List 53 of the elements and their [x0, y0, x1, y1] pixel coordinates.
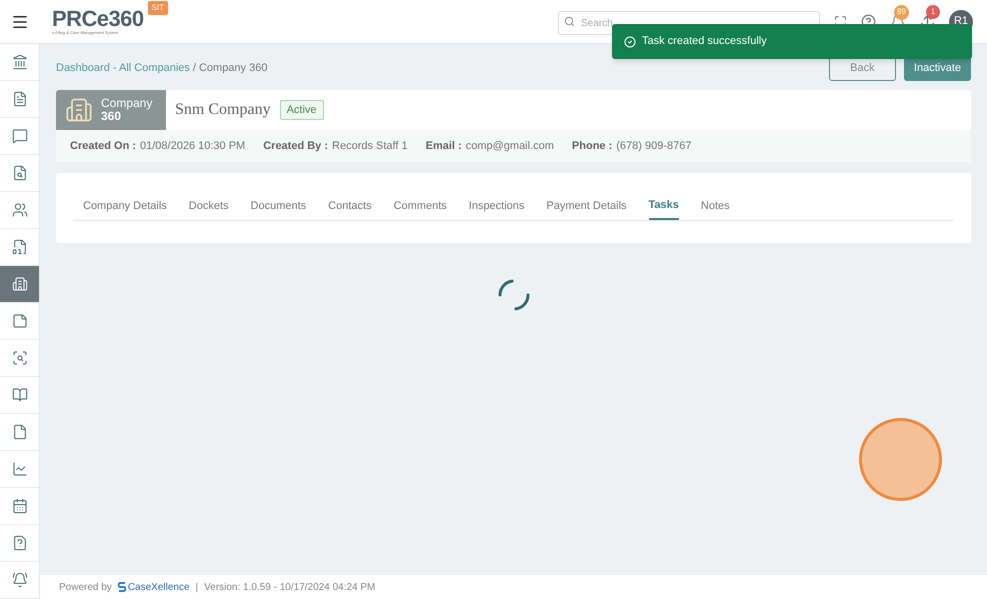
loading-spinner — [496, 277, 532, 313]
note-icon — [12, 313, 28, 329]
logo-text: PRCe360 — [52, 8, 144, 30]
sidebar-item[interactable] — [0, 266, 39, 303]
environment-badge: SIT — [148, 1, 168, 15]
brand-name: CaseXellence — [128, 580, 190, 594]
search-icon — [564, 16, 575, 26]
breadcrumb-current: Company 360 — [198, 60, 268, 76]
info-value: Records Staff 1 — [332, 138, 408, 154]
alert-count-badge: 1 — [926, 5, 940, 19]
info-value: (678) 909-8767 — [616, 138, 692, 154]
building-icon — [12, 276, 28, 292]
info-value: comp@gmail.com — [466, 138, 554, 154]
tab[interactable]: Documents — [250, 192, 306, 220]
chart-icon — [12, 461, 28, 477]
tab[interactable]: Dockets — [188, 192, 229, 220]
tab[interactable]: Payment Details — [546, 192, 627, 220]
company-name: Snm Company — [175, 100, 271, 120]
info-label: Phone : — [572, 138, 612, 154]
info-label: Created On : — [70, 138, 136, 154]
document-search-icon — [12, 165, 28, 181]
alarm-icon — [12, 572, 28, 588]
tab[interactable]: Inspections — [468, 192, 524, 220]
notification-count-badge: 89 — [894, 4, 909, 20]
footer-separator: | — [196, 580, 198, 594]
company-tag-label: Company — [101, 97, 152, 110]
tab[interactable]: Company Details — [83, 192, 167, 220]
brand-logo-icon — [118, 582, 126, 592]
toast-message: Task created successfully — [642, 34, 767, 50]
status-badge: Active — [280, 100, 324, 120]
help-document-icon — [12, 535, 28, 551]
scan-search-icon — [12, 350, 28, 366]
version-text: Version: 1.0.59 - 10/17/2024 04:24 PM — [204, 580, 376, 594]
file-icon — [12, 424, 28, 440]
tab[interactable]: Comments — [394, 192, 447, 220]
info-value: 01/08/2026 10:30 PM — [140, 138, 246, 154]
breadcrumb-link[interactable]: Dashboard - All Companies — [56, 60, 190, 76]
building-icon — [65, 96, 93, 124]
check-circle-icon — [624, 36, 636, 48]
tab[interactable]: Contacts — [328, 192, 372, 220]
info-label: Created By : — [263, 138, 328, 154]
info-label: Email : — [426, 138, 462, 154]
calendar-icon — [12, 498, 28, 514]
breadcrumb-separator: / — [192, 60, 196, 76]
message-icon — [12, 128, 28, 144]
company-tag-number: 360 — [101, 110, 122, 123]
users-icon — [12, 202, 28, 218]
tab[interactable]: Notes — [700, 192, 730, 220]
document-icon — [12, 91, 28, 107]
powered-by-text: Powered by — [59, 580, 112, 594]
book-icon — [12, 387, 28, 403]
tab[interactable]: Tasks — [648, 192, 679, 220]
bank-icon — [12, 54, 28, 70]
